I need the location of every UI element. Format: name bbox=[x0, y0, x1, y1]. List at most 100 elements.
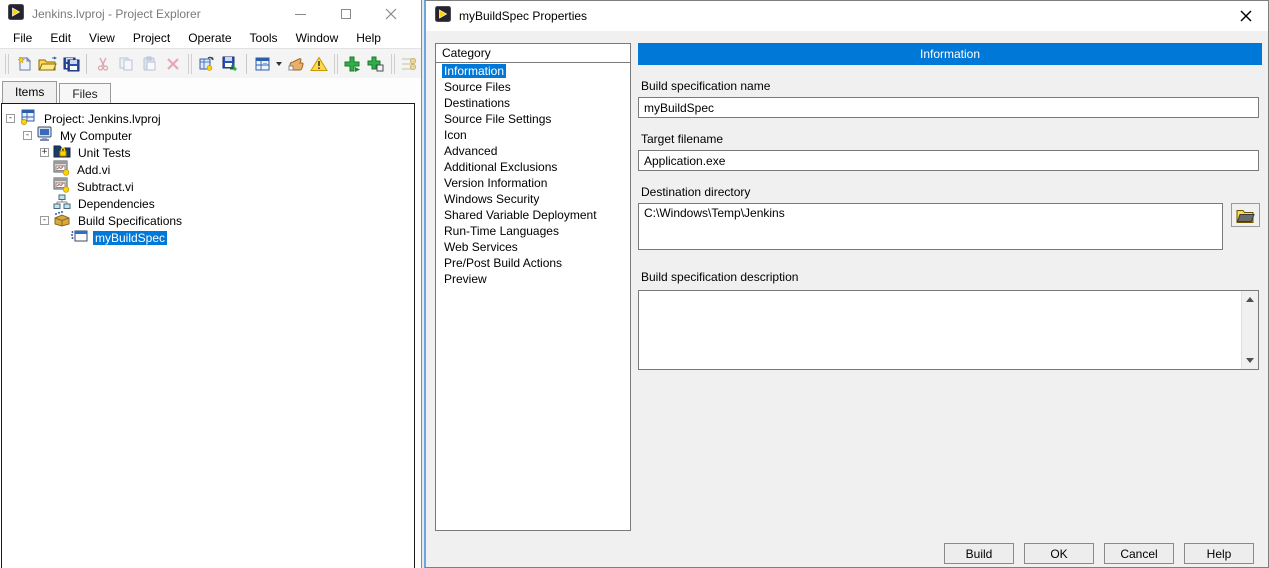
category-item-preview[interactable]: Preview bbox=[436, 271, 630, 287]
maximize-icon[interactable] bbox=[323, 0, 368, 28]
project-tree: - Project: Jenkins.lvproj - My Computer … bbox=[1, 103, 415, 568]
toolbar-grip[interactable] bbox=[334, 54, 338, 74]
category-item-windows-security[interactable]: Windows Security bbox=[436, 191, 630, 207]
category-item-source-file-settings[interactable]: Source File Settings bbox=[436, 111, 630, 127]
labview-icon bbox=[8, 4, 24, 25]
category-item-information[interactable]: Information bbox=[436, 63, 630, 79]
scroll-down-icon[interactable] bbox=[1242, 352, 1258, 369]
menu-edit[interactable]: Edit bbox=[41, 29, 80, 47]
toolbar-grip[interactable] bbox=[391, 54, 395, 74]
application-icon bbox=[70, 228, 88, 247]
open-folder-icon bbox=[1236, 208, 1255, 223]
help-button[interactable]: Help bbox=[1184, 543, 1254, 564]
expander-collapse-icon[interactable]: - bbox=[23, 131, 32, 140]
tree-item-my-computer[interactable]: - My Computer bbox=[2, 127, 414, 144]
add-folder-button[interactable] bbox=[364, 52, 387, 76]
toolbar-icon-clipped[interactable] bbox=[398, 52, 421, 76]
tree-item-label[interactable]: Unit Tests bbox=[76, 146, 132, 160]
dialog-titlebar[interactable]: myBuildSpec Properties bbox=[426, 1, 1268, 31]
tree-item-label[interactable]: myBuildSpec bbox=[93, 231, 167, 245]
save-hierarchy-button[interactable] bbox=[219, 52, 242, 76]
tab-files[interactable]: Files bbox=[59, 83, 110, 103]
minimize-icon[interactable] bbox=[278, 0, 323, 28]
dialog-buttons: Build OK Cancel Help bbox=[944, 543, 1264, 564]
tree-item-subtract-vi[interactable]: Subtract.vi bbox=[2, 178, 414, 195]
tree-item-label[interactable]: My Computer bbox=[58, 129, 134, 143]
menu-window[interactable]: Window bbox=[287, 29, 348, 47]
tree-item-add-vi[interactable]: Add.vi bbox=[2, 161, 414, 178]
tree-item-project[interactable]: - Project: Jenkins.lvproj bbox=[2, 110, 414, 127]
category-item-pre-post-build-actions[interactable]: Pre/Post Build Actions bbox=[436, 255, 630, 271]
category-item-icon[interactable]: Icon bbox=[436, 127, 630, 143]
category-item-shared-variable-deployment[interactable]: Shared Variable Deployment bbox=[436, 207, 630, 223]
destination-directory-label: Destination directory bbox=[641, 185, 1262, 199]
toolbar-grip[interactable] bbox=[5, 54, 9, 74]
category-item-advanced[interactable]: Advanced bbox=[436, 143, 630, 159]
cancel-button[interactable]: Cancel bbox=[1104, 543, 1174, 564]
destination-directory-input[interactable] bbox=[638, 203, 1223, 250]
category-item-version-information[interactable]: Version Information bbox=[436, 175, 630, 191]
menu-project[interactable]: Project bbox=[124, 29, 179, 47]
add-item-button[interactable] bbox=[341, 52, 364, 76]
window-grid-dropdown-icon[interactable] bbox=[274, 52, 283, 76]
panel-header: Information bbox=[638, 43, 1262, 65]
labview-icon bbox=[435, 6, 451, 27]
tree-item-dependencies[interactable]: Dependencies bbox=[2, 195, 414, 212]
toolbar-grip[interactable] bbox=[188, 54, 192, 74]
expander-collapse-icon[interactable]: - bbox=[40, 216, 49, 225]
tree-item-label[interactable]: Subtract.vi bbox=[75, 180, 136, 194]
project-explorer-window: Jenkins.lvproj - Project Explorer File E… bbox=[0, 0, 422, 568]
tree-item-label[interactable]: Build Specifications bbox=[76, 214, 184, 228]
tree-item-mybuildspec[interactable]: myBuildSpec bbox=[2, 229, 414, 246]
cut-button[interactable] bbox=[91, 52, 114, 76]
properties-dialog: myBuildSpec Properties Category Informat… bbox=[424, 0, 1269, 568]
tree-item-label[interactable]: Dependencies bbox=[76, 197, 157, 211]
description-scrollbar[interactable] bbox=[1241, 291, 1258, 369]
tab-bar: Items Files bbox=[0, 78, 421, 103]
copy-button[interactable] bbox=[115, 52, 138, 76]
tools-hand-button[interactable] bbox=[284, 52, 307, 76]
expander-expand-icon[interactable]: + bbox=[40, 148, 49, 157]
open-folder-button[interactable] bbox=[35, 52, 58, 76]
description-input[interactable] bbox=[639, 291, 1241, 369]
menu-bar: File Edit View Project Operate Tools Win… bbox=[0, 28, 421, 48]
scroll-up-icon[interactable] bbox=[1242, 291, 1258, 308]
category-header: Category bbox=[436, 44, 630, 63]
menu-file[interactable]: File bbox=[4, 29, 41, 47]
close-icon[interactable] bbox=[368, 0, 413, 28]
menu-tools[interactable]: Tools bbox=[241, 29, 287, 47]
expander-collapse-icon[interactable]: - bbox=[6, 114, 15, 123]
toolbar bbox=[0, 48, 421, 78]
new-file-button[interactable] bbox=[12, 52, 35, 76]
build-spec-name-label: Build specification name bbox=[641, 79, 1262, 93]
delete-button[interactable] bbox=[162, 52, 185, 76]
close-icon[interactable] bbox=[1223, 1, 1268, 31]
refresh-project-button[interactable] bbox=[195, 52, 218, 76]
save-all-button[interactable] bbox=[59, 52, 82, 76]
ok-button[interactable]: OK bbox=[1024, 543, 1094, 564]
screen: Jenkins.lvproj - Project Explorer File E… bbox=[0, 0, 1269, 568]
category-item-web-services[interactable]: Web Services bbox=[436, 239, 630, 255]
tree-item-build-specifications[interactable]: - Build Specifications bbox=[2, 212, 414, 229]
category-item-run-time-languages[interactable]: Run-Time Languages bbox=[436, 223, 630, 239]
description-label: Build specification description bbox=[641, 270, 1262, 284]
window-grid-button[interactable] bbox=[251, 52, 274, 76]
project-explorer-titlebar[interactable]: Jenkins.lvproj - Project Explorer bbox=[0, 0, 421, 28]
menu-view[interactable]: View bbox=[80, 29, 124, 47]
menu-operate[interactable]: Operate bbox=[179, 29, 240, 47]
tree-item-unit-tests[interactable]: + Unit Tests bbox=[2, 144, 414, 161]
category-item-destinations[interactable]: Destinations bbox=[436, 95, 630, 111]
build-spec-name-input[interactable] bbox=[638, 97, 1259, 118]
tab-items[interactable]: Items bbox=[2, 81, 57, 104]
browse-folder-button[interactable] bbox=[1231, 203, 1260, 227]
tree-item-label[interactable]: Add.vi bbox=[75, 163, 112, 177]
tree-item-label[interactable]: Project: Jenkins.lvproj bbox=[42, 112, 163, 126]
warning-icon[interactable] bbox=[307, 52, 330, 76]
target-filename-label: Target filename bbox=[641, 132, 1262, 146]
category-item-source-files[interactable]: Source Files bbox=[436, 79, 630, 95]
target-filename-input[interactable] bbox=[638, 150, 1259, 171]
build-button[interactable]: Build bbox=[944, 543, 1014, 564]
category-item-additional-exclusions[interactable]: Additional Exclusions bbox=[436, 159, 630, 175]
menu-help[interactable]: Help bbox=[347, 29, 390, 47]
paste-button[interactable] bbox=[138, 52, 161, 76]
